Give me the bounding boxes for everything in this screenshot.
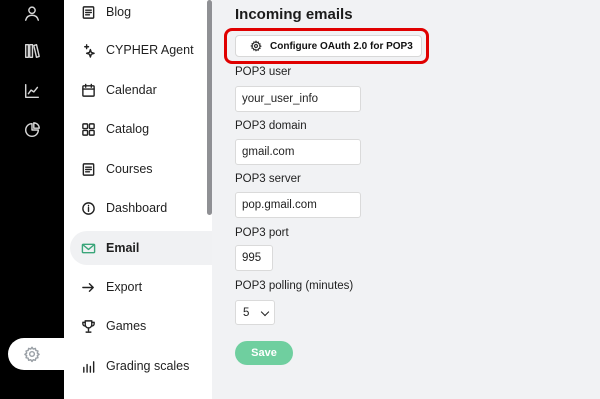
menu-item-catalog[interactable]: Catalog [70, 112, 212, 146]
settings-icon [22, 344, 42, 364]
menu-item-label: Grading scales [106, 359, 190, 373]
gear-icon [250, 40, 262, 52]
pop3-server-input[interactable]: pop.gmail.com [235, 192, 361, 218]
menu-item-label: Export [106, 280, 143, 294]
pop3-domain-label: POP3 domain [235, 120, 307, 132]
menu-item-label: Catalog [106, 122, 150, 136]
menu-item-label: Games [106, 319, 147, 333]
pop3-port-input[interactable]: 995 [235, 245, 273, 271]
pop3-user-input[interactable]: your_user_info [235, 86, 361, 112]
pop3-user-label: POP3 user [235, 66, 292, 78]
settings-menu: Blog CYPHER Agent Calendar Catalog Cours… [64, 0, 212, 399]
menu-item-games[interactable]: Games [70, 309, 212, 343]
pop3-server-label: POP3 server [235, 173, 301, 185]
menu-item-label: Calendar [106, 83, 157, 97]
bar-chart-icon [80, 358, 96, 374]
pop3-port-label: POP3 port [235, 227, 289, 239]
pop3-polling-label: POP3 polling (minutes) [235, 280, 354, 292]
menu-item-courses[interactable]: Courses [70, 152, 212, 186]
pie-chart-icon[interactable] [22, 120, 42, 140]
calendar-icon [80, 82, 96, 98]
menu-item-label: Dashboard [106, 201, 168, 215]
menu-item-label: Email [106, 241, 140, 255]
configure-oauth-label: Configure OAuth 2.0 for POP3 [270, 40, 413, 52]
pop3-polling-value: 5 [243, 306, 250, 319]
info-icon [80, 200, 96, 216]
library-icon[interactable] [22, 41, 42, 61]
document-list-icon [80, 4, 96, 20]
menu-item-label: Courses [106, 162, 153, 176]
menu-item-blog[interactable]: Blog [70, 0, 212, 29]
grid-icon [80, 121, 96, 137]
menu-item-export[interactable]: Export [70, 270, 212, 304]
pop3-polling-select[interactable]: 5 [235, 300, 275, 325]
menu-item-grading-scales[interactable]: Grading scales [70, 349, 212, 383]
chevron-down-icon [260, 307, 270, 317]
menu-item-dashboard[interactable]: Dashboard [70, 191, 212, 225]
mail-icon [80, 240, 96, 256]
menu-item-email[interactable]: Email [70, 231, 212, 265]
trophy-icon [80, 318, 96, 334]
menu-item-calendar[interactable]: Calendar [70, 73, 212, 107]
user-icon[interactable] [22, 3, 42, 23]
save-label: Save [251, 347, 277, 359]
arrow-right-icon [80, 279, 96, 295]
app-rail [0, 0, 76, 399]
analytics-icon[interactable] [22, 81, 42, 101]
sparkle-icon [80, 42, 96, 58]
save-button[interactable]: Save [235, 341, 293, 365]
menu-item-cypher-agent[interactable]: CYPHER Agent [70, 33, 212, 67]
configure-oauth-button[interactable]: Configure OAuth 2.0 for POP3 [235, 35, 422, 57]
menu-item-label: Blog [106, 5, 132, 19]
section-title: Incoming emails [235, 6, 353, 23]
menu-item-label: CYPHER Agent [106, 43, 194, 57]
document-list-icon [80, 161, 96, 177]
pop3-domain-input[interactable]: gmail.com [235, 139, 361, 165]
email-settings-panel: Incoming emails Configure OAuth 2.0 for … [212, 0, 600, 399]
